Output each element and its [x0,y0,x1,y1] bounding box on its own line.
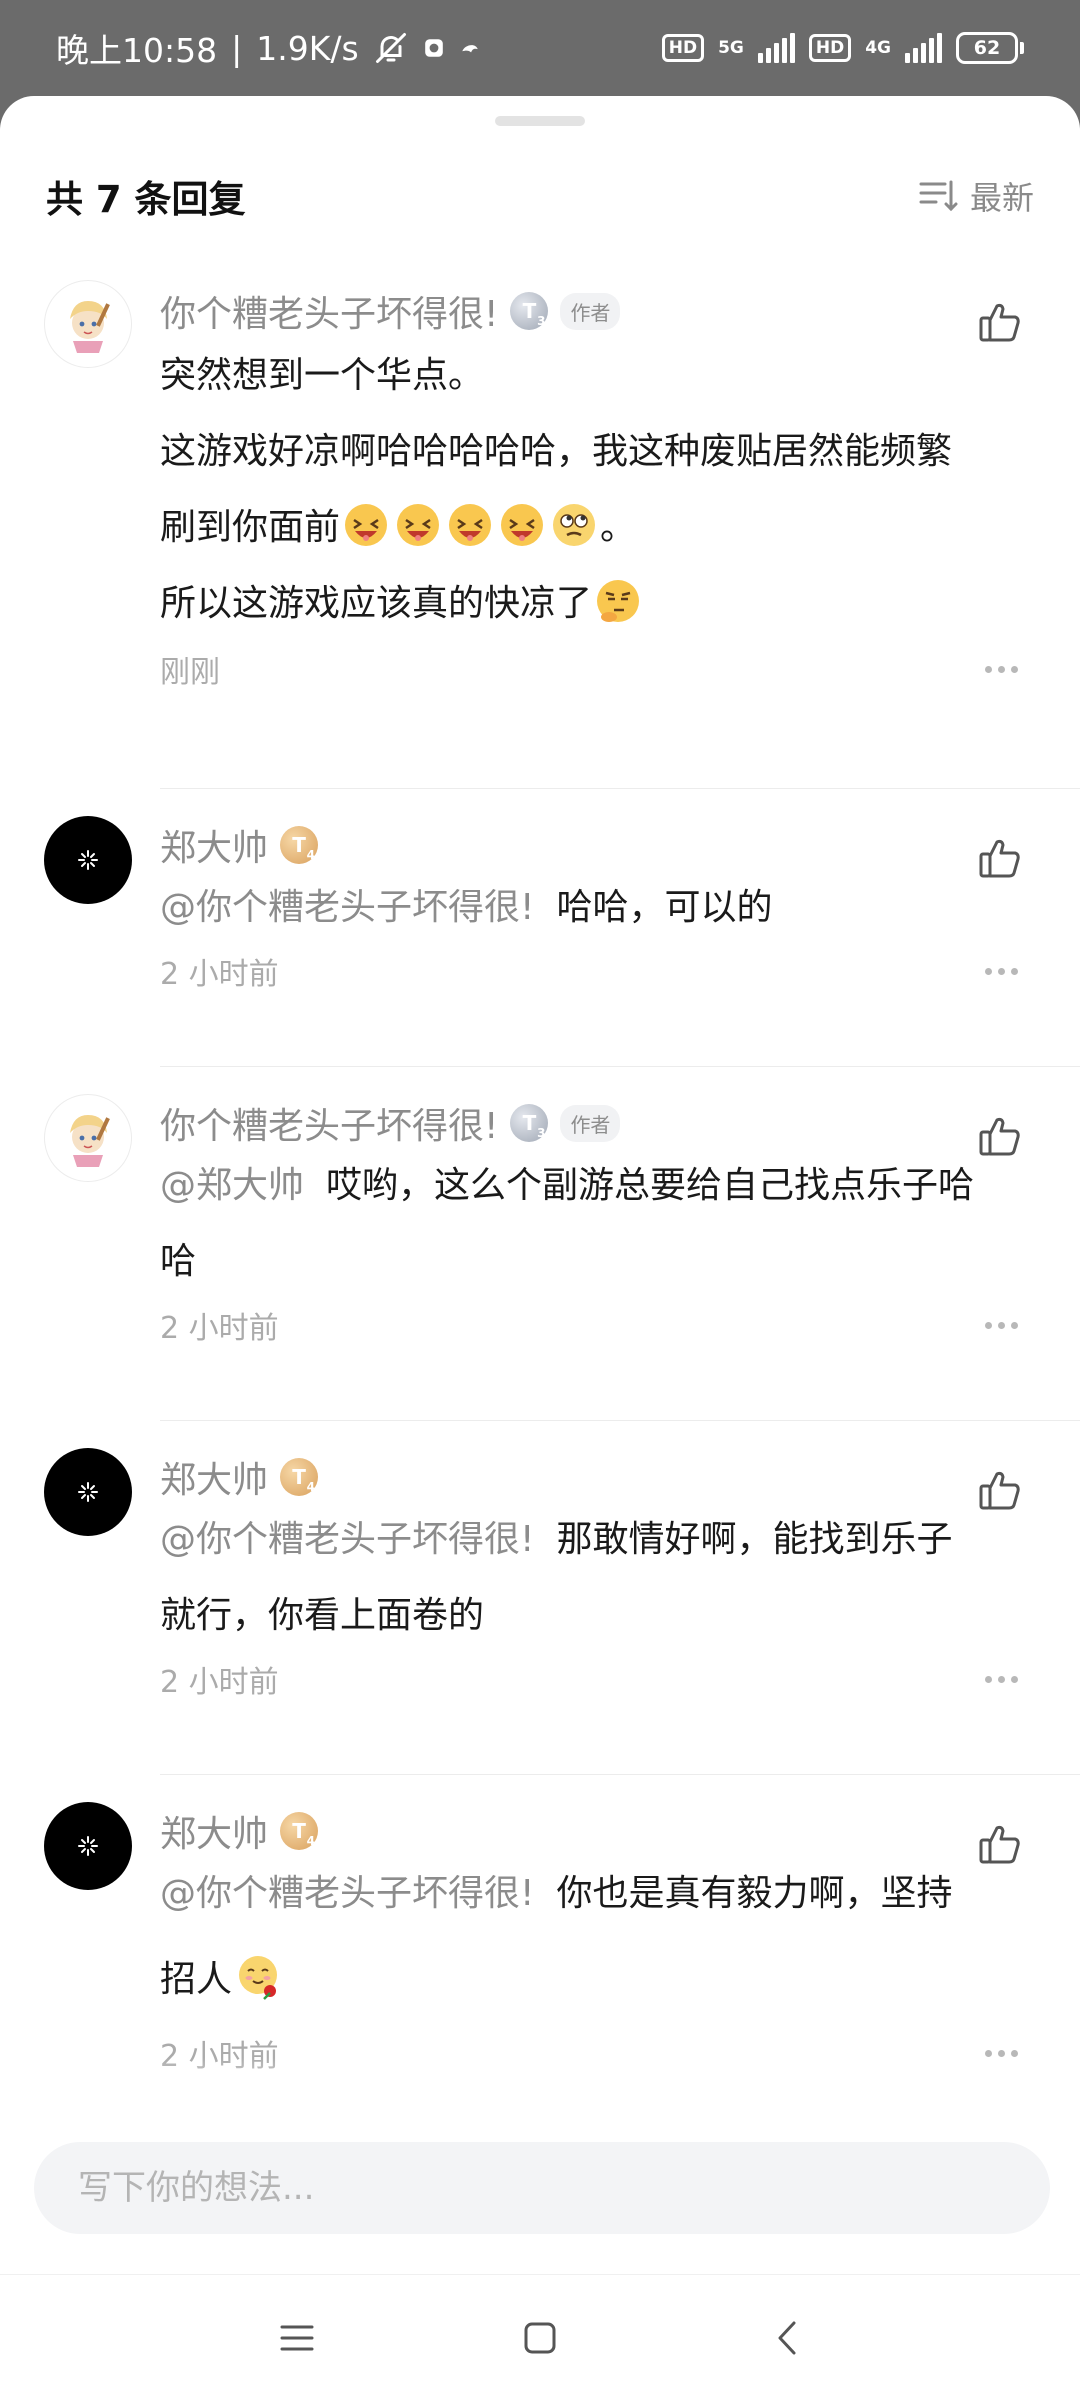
network-type-2: 4G [865,38,891,58]
name-row: 郑大帅 T4 [160,1806,1030,1856]
app-notification-icon [423,37,445,59]
user-name[interactable]: 你个糟老头子坏得很! [160,1097,498,1149]
like-button[interactable] [976,1112,1024,1160]
like-button[interactable] [976,1466,1024,1514]
battery-icon: 62 [956,32,1024,64]
user-name[interactable]: 郑大帅 [160,1805,268,1857]
network-2: 4G [865,39,891,57]
signal-icon [757,33,795,63]
signal-icon-2 [905,33,942,63]
level-badge: T3 [510,292,549,330]
sheet-header: 共 7 条回复 最新 [46,166,1034,226]
meta-row: 刚刚 [160,644,1030,694]
user-name[interactable]: 郑大帅 [160,1451,268,1503]
battery-level: 62 [956,32,1018,64]
author-tag: 作者 [560,1104,621,1142]
comment-text: @你个糟老头子坏得很! 那敢情好啊，能找到乐子 就行，你看上面卷的 [160,1519,953,1636]
level-badge: T4 [280,1812,319,1850]
system-nav-bar [0,2274,1080,2400]
level-badge: T4 [280,1458,319,1496]
name-row: 你个糟老头子坏得很! T3 作者 [160,1098,1030,1148]
more-button[interactable] [985,1675,1018,1683]
status-bar: 晚上10:58 | 1.9K/s HD 5G HD 4G 62 [0,0,1080,96]
status-left: 晚上10:58 | 1.9K/s [56,24,481,72]
avatar[interactable] [44,1448,132,1536]
more-button[interactable] [985,1321,1018,1329]
comment-body: 你个糟老头子坏得很! T3 作者 @郑大帅 哎哟，这么个副游总要给自己找点乐子哈 … [160,1098,1030,1350]
mention-link[interactable]: @郑大帅 [160,1165,304,1206]
reply-count: 共 7 条回复 [46,178,246,221]
mention-link[interactable]: @你个糟老头子坏得很! [160,887,534,928]
drag-handle[interactable] [495,116,585,126]
more-button[interactable] [985,665,1018,673]
avatar[interactable] [44,1094,132,1182]
comment-time: 刚刚 [160,655,220,690]
divider [160,1774,1080,1775]
level-badge: T4 [280,826,319,864]
meta-row: 2 小时前 [160,946,1030,996]
mention-link[interactable]: @你个糟老头子坏得很! [160,1873,534,1914]
comment-text: @你个糟老头子坏得很! 你也是真有毅力啊，坚持 招人 [160,1873,953,2000]
hd-badge: HD [661,34,705,62]
name-row: 郑大帅 T4 [160,1452,1030,1502]
sort-label: 最新 [969,179,1034,217]
avatar[interactable] [44,1802,132,1890]
divider [160,1420,1080,1421]
sort-lines-icon [919,180,958,212]
like-button[interactable] [976,834,1024,882]
back-chevron-icon[interactable] [762,2313,812,2363]
laughing-emoji-icon [501,504,544,546]
home-square-icon[interactable] [515,2313,565,2363]
user-name[interactable]: 你个糟老头子坏得很! [160,285,498,337]
comment-body: 你个糟老头子坏得很! T3 作者 突然想到一个华点。 这游戏好凉啊哈哈哈哈哈，我… [160,286,1030,694]
replies-sheet: 共 7 条回复 最新 你个糟老头子坏得很! T3 作者 突然想到一个华点。 这游… [0,96,1080,2400]
comment-time: 2 小时前 [160,1665,279,1700]
more-button[interactable] [985,967,1018,975]
author-tag: 作者 [560,292,621,330]
name-row: 郑大帅 T4 [160,820,1030,870]
laughing-emoji-icon [397,504,440,546]
name-row: 你个糟老头子坏得很! T3 作者 [160,286,1030,336]
meta-row: 2 小时前 [160,1654,1030,1704]
rose-emoji-icon [239,1956,278,2000]
avatar[interactable] [44,280,132,368]
status-right: HD 5G HD 4G 62 [661,32,1024,64]
comment-input-area [0,2108,1080,2270]
network-1: 5G [718,39,744,57]
app-notification-icon-2 [459,37,481,59]
eye-roll-emoji-icon [553,504,596,546]
status-time: 晚上10:58 [56,31,218,70]
level-badge: T3 [510,1104,549,1142]
sort-button[interactable]: 最新 [918,173,1034,219]
divider [160,788,1080,789]
comment-text: @你个糟老头子坏得很! 哈哈，可以的 [160,887,773,928]
avatar[interactable] [44,816,132,904]
comment-text: @郑大帅 哎哟，这么个副游总要给自己找点乐子哈 哈 [160,1165,975,1282]
thinking-emoji-icon [597,580,640,622]
user-name[interactable]: 郑大帅 [160,819,268,871]
laughing-emoji-icon [345,504,388,546]
comment-time: 2 小时前 [160,1311,279,1346]
scroll-fade [0,2058,1080,2108]
meta-row: 2 小时前 [160,1300,1030,1350]
divider [160,1066,1080,1067]
status-separator: | [231,28,243,68]
menu-lines-icon[interactable] [272,2313,322,2363]
like-button[interactable] [976,298,1024,346]
comment-body: 郑大帅 T4 @你个糟老头子坏得很! 那敢情好啊，能找到乐子 就行，你看上面卷的 … [160,1452,1030,1704]
comment-body: 郑大帅 T4 @你个糟老头子坏得很! 你也是真有毅力啊，坚持 招人 2 小时前 [160,1806,1030,2078]
comment-text: 突然想到一个华点。 这游戏好凉啊哈哈哈哈哈，我这种废贴居然能频繁 刷到你面前。 … [160,355,953,624]
comment-body: 郑大帅 T4 @你个糟老头子坏得很! 哈哈，可以的 2 小时前 [160,820,1030,996]
laughing-emoji-icon [449,504,492,546]
comment-time: 2 小时前 [160,957,279,992]
network-type: 5G [718,38,744,58]
bell-off-icon [373,30,409,66]
hd-badge-2: HD [808,34,852,62]
comment-input[interactable] [34,2142,1050,2234]
net-speed: 1.9K/s [256,28,359,68]
mention-link[interactable]: @你个糟老头子坏得很! [160,1519,534,1560]
more-button[interactable] [985,2049,1018,2057]
like-button[interactable] [976,1820,1024,1868]
